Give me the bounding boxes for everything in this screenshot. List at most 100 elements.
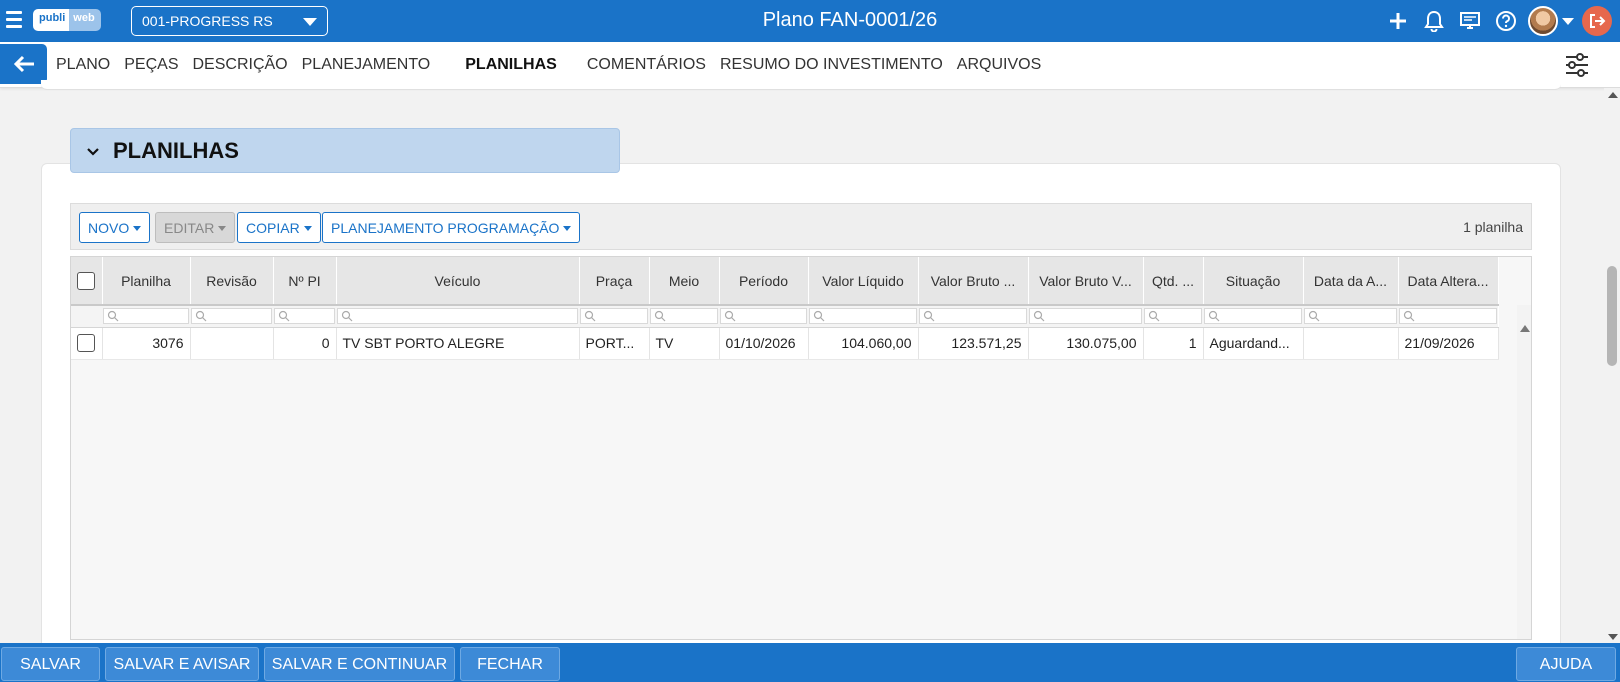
grid-scrollbar[interactable] xyxy=(1517,305,1531,639)
filter-input[interactable] xyxy=(650,308,718,325)
filter-input[interactable] xyxy=(809,308,917,325)
column-header[interactable]: Meio xyxy=(649,257,720,305)
caret-down-icon xyxy=(303,226,312,231)
cell-valor-bruto-v: 130.075,00 xyxy=(1028,327,1144,360)
bell-icon[interactable] xyxy=(1420,7,1448,35)
column-header[interactable]: Nº PI xyxy=(273,257,337,305)
chevron-down-icon[interactable] xyxy=(1562,17,1574,25)
page-title: Plano FAN-0001/26 xyxy=(762,9,938,31)
search-icon xyxy=(923,311,935,322)
cell-meio: TV xyxy=(649,327,720,360)
scroll-up-arrow-icon[interactable] xyxy=(1520,325,1530,332)
editar-button-label: EDITAR xyxy=(164,220,215,236)
help-icon[interactable] xyxy=(1492,7,1520,35)
app-logo[interactable]: publi web xyxy=(33,9,101,31)
row-checkbox-cell xyxy=(71,327,103,360)
salvar-e-continuar-button[interactable]: SALVAR E CONTINUAR xyxy=(264,647,455,681)
arrow-left-icon xyxy=(13,55,34,73)
filter-input[interactable] xyxy=(1399,308,1497,325)
planilhas-grid: Planilha Revisão Nº PI Veículo Praça Mei… xyxy=(70,256,1532,640)
novo-button-label: NOVO xyxy=(88,220,130,236)
column-header[interactable]: Planilha xyxy=(102,257,191,305)
planilhas-section-header[interactable]: PLANILHAS xyxy=(70,128,620,173)
logout-icon[interactable] xyxy=(1582,6,1612,36)
column-header[interactable]: Valor Bruto ... xyxy=(918,257,1029,305)
search-icon xyxy=(654,311,666,322)
filter-input[interactable] xyxy=(337,308,578,325)
cell-situacao: Aguardand... xyxy=(1203,327,1304,360)
cell-n-pi: 0 xyxy=(273,327,337,360)
search-icon xyxy=(813,311,825,322)
select-all-checkbox[interactable] xyxy=(77,271,96,290)
column-header[interactable]: Praça xyxy=(579,257,650,305)
record-count: 1 planilha xyxy=(1463,219,1523,235)
column-header[interactable]: Situação xyxy=(1203,257,1304,305)
column-header[interactable]: Qtd. ... xyxy=(1143,257,1204,305)
grid-toolbar: NOVO EDITAR COPIAR PLANEJAMENTO PROGRAMA… xyxy=(70,203,1532,250)
column-header[interactable]: Valor Bruto V... xyxy=(1028,257,1144,305)
column-header[interactable]: Veículo xyxy=(336,257,580,305)
filter-input[interactable] xyxy=(274,308,335,325)
column-header[interactable]: Data Altera... xyxy=(1398,257,1499,305)
monitor-icon[interactable] xyxy=(1456,7,1484,35)
cell-veiculo: TV SBT PORTO ALEGRE xyxy=(336,327,580,360)
filter-input[interactable] xyxy=(191,308,272,325)
search-icon xyxy=(278,311,290,322)
section-title: PLANILHAS xyxy=(113,137,239,163)
search-icon xyxy=(1208,311,1220,322)
back-button[interactable] xyxy=(0,44,47,84)
table-row[interactable]: 3076 0 TV SBT PORTO ALEGRE PORT... TV 01… xyxy=(71,327,1499,360)
search-icon xyxy=(1033,311,1045,322)
column-header[interactable]: Data da A... xyxy=(1303,257,1399,305)
search-icon xyxy=(195,311,207,322)
column-header[interactable]: Revisão xyxy=(190,257,274,305)
page-scrollbar[interactable] xyxy=(1604,88,1620,644)
search-icon xyxy=(341,311,353,322)
copiar-button-label: COPIAR xyxy=(246,220,300,236)
cell-valor-bruto: 123.571,25 xyxy=(918,327,1029,360)
search-icon xyxy=(1308,311,1320,322)
editar-button[interactable]: EDITAR xyxy=(155,212,236,243)
plus-icon[interactable] xyxy=(1384,7,1412,35)
filter-settings-icon[interactable] xyxy=(1564,52,1590,78)
hamburger-menu-icon[interactable] xyxy=(6,11,22,29)
search-icon xyxy=(1403,311,1415,322)
client-select[interactable]: 001-PROGRESS RS xyxy=(131,6,328,36)
planejamento-programacao-button-label: PLANEJAMENTO PROGRAMAÇÃO xyxy=(331,220,560,236)
planejamento-programacao-button[interactable]: PLANEJAMENTO PROGRAMAÇÃO xyxy=(322,212,581,243)
cell-valor-liquido: 104.060,00 xyxy=(808,327,919,360)
scroll-down-arrow-icon[interactable] xyxy=(1608,634,1618,640)
filter-input[interactable] xyxy=(580,308,648,325)
filter-input[interactable] xyxy=(1144,308,1202,325)
column-header[interactable]: Valor Líquido xyxy=(808,257,919,305)
ajuda-button[interactable]: AJUDA xyxy=(1516,647,1616,681)
cell-planilha: 3076 xyxy=(102,327,191,360)
filter-input[interactable] xyxy=(919,308,1027,325)
filter-input[interactable] xyxy=(1204,308,1302,325)
search-icon xyxy=(1148,311,1160,322)
caret-down-icon xyxy=(303,18,317,26)
search-icon xyxy=(107,311,119,322)
filter-input[interactable] xyxy=(720,308,807,325)
client-select-value: 001-PROGRESS RS xyxy=(142,13,273,29)
salvar-button[interactable]: SALVAR xyxy=(1,647,100,681)
copiar-button[interactable]: COPIAR xyxy=(237,212,321,243)
filter-cell xyxy=(71,304,102,328)
row-checkbox[interactable] xyxy=(77,334,96,353)
scrollbar-thumb[interactable] xyxy=(1607,266,1617,366)
cell-praca: PORT... xyxy=(579,327,650,360)
fechar-button[interactable]: FECHAR xyxy=(460,647,560,681)
caret-down-icon xyxy=(563,226,572,231)
novo-button[interactable]: NOVO xyxy=(79,212,151,243)
avatar[interactable] xyxy=(1528,6,1558,36)
salvar-e-avisar-button[interactable]: SALVAR E AVISAR xyxy=(105,647,259,681)
cell-revisao xyxy=(190,327,274,360)
filter-input[interactable] xyxy=(103,308,189,325)
previous-card-edge xyxy=(41,80,1561,90)
search-icon xyxy=(584,311,596,322)
top-bar: publi web 001-PROGRESS RS Plano FAN-0001… xyxy=(0,0,1620,42)
scroll-up-arrow-icon[interactable] xyxy=(1608,92,1618,98)
filter-input[interactable] xyxy=(1304,308,1397,325)
filter-input[interactable] xyxy=(1029,308,1142,325)
column-header[interactable]: Período xyxy=(719,257,809,305)
